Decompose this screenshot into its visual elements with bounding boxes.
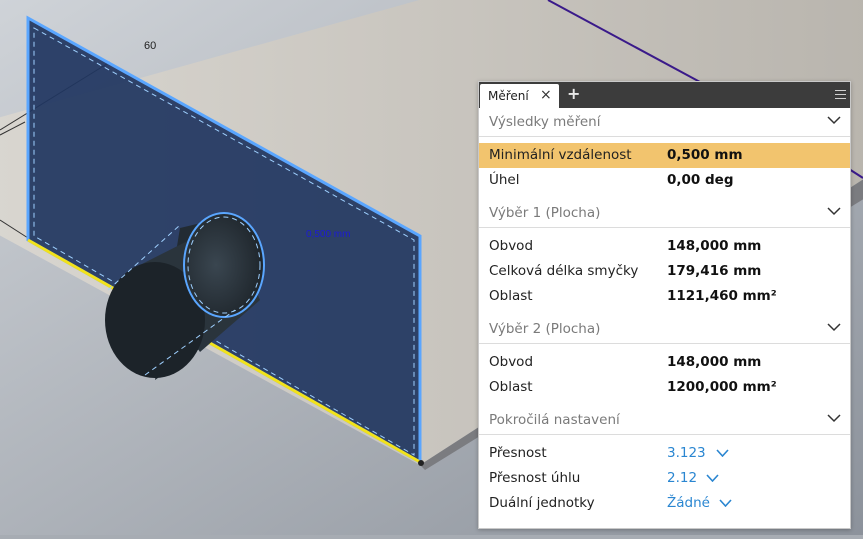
section-selection1-header[interactable]: Výběr 1 (Plocha)	[479, 200, 850, 228]
tab-measure-label: Měření	[488, 89, 529, 103]
close-icon[interactable]: ×	[540, 88, 552, 102]
menu-icon[interactable]	[835, 90, 846, 102]
row-label: Obvod	[489, 354, 534, 370]
section-advanced-header[interactable]: Pokročilá nastavení	[479, 407, 850, 435]
chevron-down-icon[interactable]	[706, 474, 719, 482]
row-label: Duální jednotky	[489, 495, 595, 511]
row-value: 0,500 mm	[667, 147, 743, 163]
row-value: 1121,460 mm²	[667, 288, 777, 304]
row-value: 148,000 mm	[667, 238, 762, 254]
section-selection1-title: Výběr 1 (Plocha)	[489, 205, 601, 221]
tab-measure[interactable]: Měření ×	[480, 84, 559, 108]
row-angle-precision: Přesnost úhlu 2.12	[479, 466, 850, 491]
row-label: Minimální vzdálenost	[489, 147, 632, 163]
row-label: Oblast	[489, 379, 533, 395]
section-results-title: Výsledky měření	[489, 114, 601, 130]
row-sel1-area[interactable]: Oblast 1121,460 mm²	[479, 284, 850, 309]
row-label: Přesnost úhlu	[489, 470, 581, 486]
row-sel2-area[interactable]: Oblast 1200,000 mm²	[479, 375, 850, 400]
chevron-down-icon[interactable]	[827, 413, 841, 423]
section-selection2-title: Výběr 2 (Plocha)	[489, 321, 601, 337]
chevron-down-icon[interactable]	[827, 115, 841, 125]
row-value: 179,416 mm	[667, 263, 762, 279]
section-results-header[interactable]: Výsledky měření	[479, 109, 850, 137]
row-value: 1200,000 mm²	[667, 379, 777, 395]
measure-panel: Měření × + Výsledky měření Minimální vzd…	[478, 81, 851, 529]
row-precision: Přesnost 3.123	[479, 441, 850, 466]
precision-dropdown[interactable]: 3.123	[667, 445, 706, 461]
add-tab-icon[interactable]: +	[567, 85, 580, 103]
chevron-down-icon[interactable]	[827, 322, 841, 332]
chevron-down-icon[interactable]	[716, 449, 729, 457]
dual-units-dropdown[interactable]: Žádné	[667, 495, 710, 511]
panel-tabbar: Měření × +	[479, 82, 850, 108]
row-label: Přesnost	[489, 445, 547, 461]
row-sel2-perimeter[interactable]: Obvod 148,000 mm	[479, 350, 850, 375]
row-label: Celková délka smyčky	[489, 263, 639, 279]
row-value: 148,000 mm	[667, 354, 762, 370]
row-label: Oblast	[489, 288, 533, 304]
row-angle[interactable]: Úhel 0,00 deg	[479, 168, 850, 193]
measure-distance-label: 0,500 mm	[306, 229, 351, 240]
cylinder-hole[interactable]	[183, 212, 265, 318]
angle-precision-dropdown[interactable]: 2.12	[667, 470, 697, 486]
chevron-down-icon[interactable]	[719, 499, 732, 507]
row-min-distance[interactable]: Minimální vzdálenost 0,500 mm	[479, 143, 850, 168]
row-sel1-perimeter[interactable]: Obvod 148,000 mm	[479, 234, 850, 259]
row-dual-units: Duální jednotky Žádné	[479, 491, 850, 516]
chevron-down-icon[interactable]	[827, 206, 841, 216]
row-label: Obvod	[489, 238, 534, 254]
section-selection2-header[interactable]: Výběr 2 (Plocha)	[479, 316, 850, 344]
section-advanced-title: Pokročilá nastavení	[489, 412, 620, 428]
row-label: Úhel	[489, 172, 520, 188]
dimension-label: 60	[144, 40, 157, 52]
row-value: 0,00 deg	[667, 172, 734, 188]
corner-point	[418, 460, 424, 466]
row-sel1-loop-length[interactable]: Celková délka smyčky 179,416 mm	[479, 259, 850, 284]
